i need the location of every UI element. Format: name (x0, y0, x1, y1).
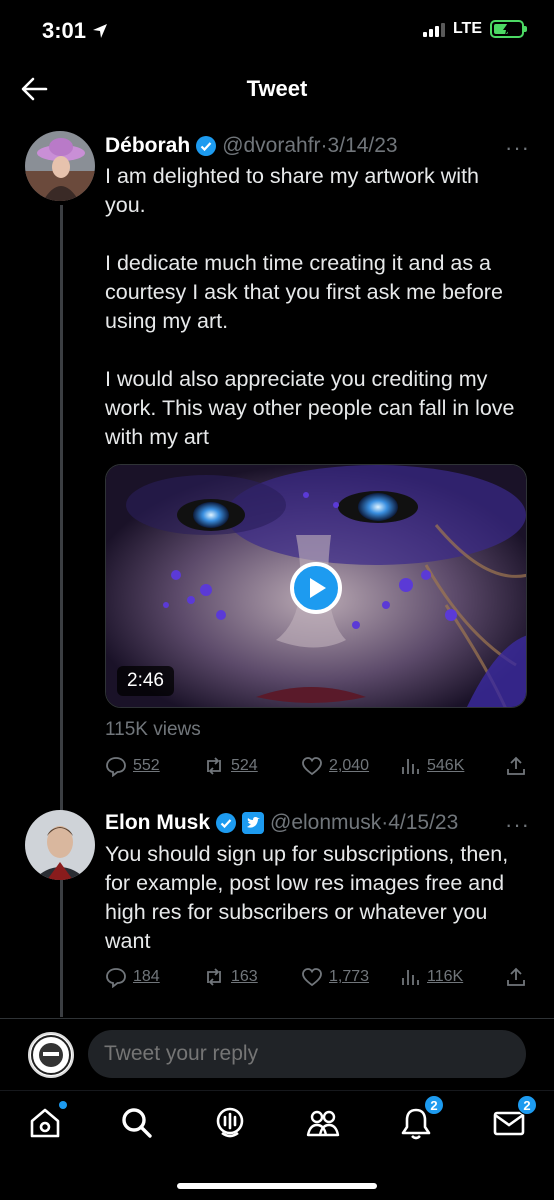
video-duration: 2:46 (117, 666, 174, 696)
heart-icon (302, 757, 322, 776)
tweet-text: You should sign up for subscriptions, th… (105, 842, 509, 953)
separator: · (320, 134, 328, 157)
retweet-button[interactable]: 163 (203, 966, 258, 988)
reply-button[interactable]: 552 (105, 755, 160, 777)
spaces-icon (216, 1107, 244, 1138)
home-icon (30, 1108, 60, 1138)
reply-input[interactable] (88, 1030, 526, 1078)
verified-badge-icon (216, 813, 237, 833)
status-bar: 3:01 LTE (0, 0, 554, 62)
home-indicator (177, 1183, 377, 1189)
network-type: LTE (452, 20, 482, 37)
clock: 3:01 (42, 18, 108, 44)
play-button[interactable] (290, 562, 342, 614)
heart-icon (302, 968, 322, 987)
header: Tweet (0, 62, 554, 116)
retweet-count: 524 (231, 757, 258, 774)
tab-search[interactable] (119, 1105, 155, 1141)
separator: · (381, 811, 389, 834)
retweet-icon (207, 757, 221, 775)
tab-communities[interactable] (305, 1105, 341, 1141)
share-icon (507, 756, 525, 775)
reply-button[interactable]: 184 (105, 966, 160, 988)
view-count: 115K views (105, 719, 201, 740)
views-count: 546K (427, 757, 465, 774)
tweet-actions: 552 524 2,040 546K (105, 755, 529, 781)
tab-notifications[interactable]: 2 (398, 1095, 444, 1141)
like-count: 1,773 (329, 968, 370, 985)
home-indicator-dot (59, 1101, 67, 1109)
signal-icon (422, 21, 445, 37)
tab-home[interactable] (27, 1101, 67, 1141)
avatar[interactable] (25, 810, 95, 880)
author-name[interactable]: Elon Musk (105, 811, 210, 835)
location-arrow-icon (93, 24, 108, 38)
communities-icon (306, 1110, 340, 1137)
avatar[interactable] (25, 131, 95, 201)
reply-icon (106, 757, 126, 777)
share-button[interactable] (505, 966, 527, 988)
page-title: Tweet (246, 76, 308, 101)
bottom-tab-bar: 2 2 (0, 1090, 554, 1200)
more-options-icon[interactable]: ··· (505, 812, 530, 838)
reply-count: 552 (133, 757, 160, 774)
like-button[interactable]: 2,040 (301, 755, 369, 777)
search-icon (122, 1108, 152, 1138)
tab-messages[interactable]: 2 (491, 1095, 537, 1141)
author-handle[interactable]: @elonmusk (270, 811, 381, 835)
tweet-text: I am delighted to share my artwork with … (105, 164, 515, 449)
views-count: 116K (427, 968, 464, 985)
author-name[interactable]: Déborah (105, 134, 190, 158)
messages-badge: 2 (517, 1095, 537, 1115)
notifications-badge: 2 (424, 1095, 444, 1115)
clock-time: 3:01 (42, 18, 87, 43)
analytics-icon (402, 759, 419, 774)
retweet-count: 163 (231, 968, 258, 985)
share-button[interactable] (505, 755, 527, 777)
reply-count: 184 (133, 968, 160, 985)
twitter-bird-badge-icon (242, 812, 265, 834)
battery-icon (490, 20, 527, 38)
analytics-icon (402, 970, 419, 985)
retweet-button[interactable]: 524 (203, 755, 258, 777)
tweet-actions: 184 163 1,773 116K (105, 966, 529, 992)
share-icon (507, 967, 525, 986)
user-avatar[interactable] (28, 1032, 74, 1078)
tweet-date[interactable]: 3/14/23 (328, 134, 398, 158)
tweet-date[interactable]: 4/15/23 (388, 811, 458, 835)
views-button[interactable]: 116K (399, 966, 463, 988)
verified-badge-icon (196, 136, 217, 156)
like-button[interactable]: 1,773 (301, 966, 369, 988)
reply-composer (0, 1018, 554, 1090)
more-options-icon[interactable]: ··· (505, 135, 530, 161)
thread-line (60, 205, 63, 1017)
author-handle[interactable]: @dvorahfr (222, 134, 320, 158)
like-count: 2,040 (329, 757, 370, 774)
tab-spaces[interactable] (212, 1105, 248, 1141)
reply-icon (106, 968, 126, 988)
retweet-icon (207, 968, 221, 986)
views-button[interactable]: 546K (399, 755, 464, 777)
